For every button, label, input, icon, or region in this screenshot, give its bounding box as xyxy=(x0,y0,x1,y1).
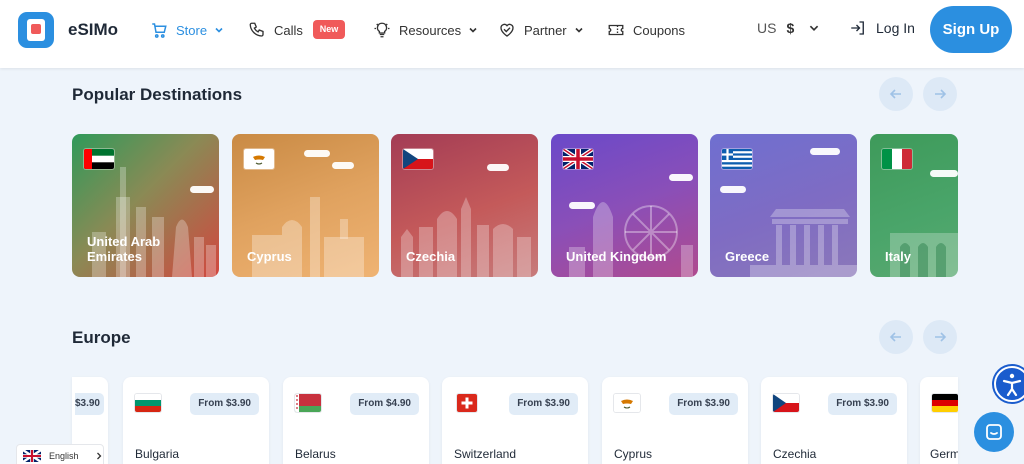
germany-flag-icon xyxy=(932,394,958,412)
currency-code: US xyxy=(757,20,777,36)
destination-card-uk[interactable]: United Kingdom xyxy=(551,134,698,277)
destination-card-italy[interactable]: Italy xyxy=(870,134,958,277)
new-badge: New xyxy=(313,20,345,39)
nav-partner[interactable]: Partner xyxy=(498,20,584,40)
price-badge: From $3.90 xyxy=(190,393,259,415)
country-name: Cyprus xyxy=(614,447,653,461)
brand-name[interactable]: eSIMo xyxy=(68,20,118,40)
signup-button[interactable]: Sign Up xyxy=(930,6,1012,53)
chevron-down-icon xyxy=(810,25,819,31)
esimo-logo-icon[interactable] xyxy=(18,12,54,48)
chat-icon xyxy=(986,424,1002,440)
nav-calls-label: Calls xyxy=(274,22,303,38)
coupon-icon xyxy=(608,24,624,36)
login-link[interactable]: Log In xyxy=(849,19,915,37)
price-badge: From $3.90 xyxy=(509,393,578,415)
europe-card-bulgaria[interactable]: From $3.90 Bulgaria xyxy=(123,377,269,464)
price-badge: $3.90 xyxy=(74,393,104,415)
europe-card-germany[interactable]: Germany xyxy=(920,377,958,464)
country-name: Germany xyxy=(930,447,958,461)
country-name: Bulgaria xyxy=(135,447,180,461)
czechia-flag-icon xyxy=(403,149,433,169)
nav-store-label: Store xyxy=(176,22,208,38)
destination-card-czechia[interactable]: Czechia xyxy=(391,134,538,277)
italy-flag-icon xyxy=(882,149,912,169)
nav-resources-label: Resources xyxy=(399,22,462,38)
destination-name: Czechia xyxy=(406,249,456,264)
europe-prev-button[interactable] xyxy=(879,320,913,354)
nav-partner-label: Partner xyxy=(524,22,567,38)
language-selector[interactable]: English xyxy=(16,444,104,464)
country-name: Switzerland xyxy=(454,447,517,461)
nav-coupons[interactable]: Coupons xyxy=(607,20,685,40)
destination-name: United Kingdom xyxy=(566,249,667,264)
arrow-right-icon xyxy=(935,89,947,99)
language-label: English xyxy=(49,451,79,461)
europe-card-cyprus[interactable]: From $3.90 Cyprus xyxy=(602,377,748,464)
europe-next-button[interactable] xyxy=(923,320,957,354)
arrow-right-icon xyxy=(935,332,947,342)
nav-calls[interactable]: Calls xyxy=(248,20,303,40)
price-badge: From $3.90 xyxy=(828,393,897,415)
czechia-flag-icon xyxy=(773,394,799,412)
europe-card-czechia[interactable]: From $3.90 Czechia xyxy=(761,377,907,464)
destination-name: Italy xyxy=(885,249,912,264)
top-header: eSIMo Store Calls New Resources Partner … xyxy=(0,0,1024,68)
login-icon xyxy=(851,21,864,35)
nav-coupons-label: Coupons xyxy=(633,22,686,38)
europe-title: Europe xyxy=(72,328,131,347)
accessibility-button[interactable] xyxy=(994,366,1024,402)
bulgaria-flag-icon xyxy=(135,394,161,412)
europe-card-belarus[interactable]: From $4.90 Belarus xyxy=(283,377,429,464)
login-label: Log In xyxy=(876,20,915,36)
uae-flag-icon xyxy=(84,149,114,169)
greece-flag-icon xyxy=(722,149,752,169)
arrow-left-icon xyxy=(889,89,901,99)
destination-name: Cyprus xyxy=(247,249,292,264)
popular-destinations-title: Popular Destinations xyxy=(72,85,243,104)
europe-card-switzerland[interactable]: From $3.90 Switzerland xyxy=(442,377,588,464)
price-badge: From $4.90 xyxy=(350,393,419,415)
destination-name: Greece xyxy=(725,249,770,264)
switzerland-flag-icon xyxy=(457,394,477,412)
destination-card-uae[interactable]: United Arab Emirates xyxy=(72,134,219,277)
arrow-left-icon xyxy=(889,332,901,342)
nav-resources[interactable]: Resources xyxy=(373,20,478,40)
popular-prev-button[interactable] xyxy=(879,77,913,111)
lightbulb-icon xyxy=(374,22,390,38)
cyprus-flag-icon xyxy=(614,394,640,412)
chevron-down-icon xyxy=(469,27,477,33)
popular-next-button[interactable] xyxy=(923,77,957,111)
accessibility-icon xyxy=(1002,373,1022,397)
chevron-right-icon xyxy=(96,452,101,460)
chevron-down-icon xyxy=(575,27,583,33)
destination-name: United Arab Emirates xyxy=(87,234,161,264)
currency-selector[interactable]: US $ xyxy=(757,20,820,36)
country-name: Belarus xyxy=(295,447,336,461)
nav-store[interactable]: Store xyxy=(150,20,224,40)
uk-flag-icon xyxy=(23,450,41,462)
phone-icon xyxy=(249,22,264,37)
price-badge: From $3.90 xyxy=(669,393,738,415)
currency-symbol: $ xyxy=(786,20,795,36)
chevron-down-icon xyxy=(215,27,223,33)
country-name: Czechia xyxy=(773,447,817,461)
chat-button[interactable] xyxy=(974,412,1014,452)
uk-flag-icon xyxy=(563,149,593,169)
belarus-flag-icon xyxy=(295,394,321,412)
cart-icon xyxy=(152,23,167,38)
destination-card-cyprus[interactable]: Cyprus xyxy=(232,134,379,277)
handshake-heart-icon xyxy=(500,23,514,37)
destination-card-greece[interactable]: Greece xyxy=(710,134,857,277)
cyprus-flag-icon xyxy=(244,149,274,169)
